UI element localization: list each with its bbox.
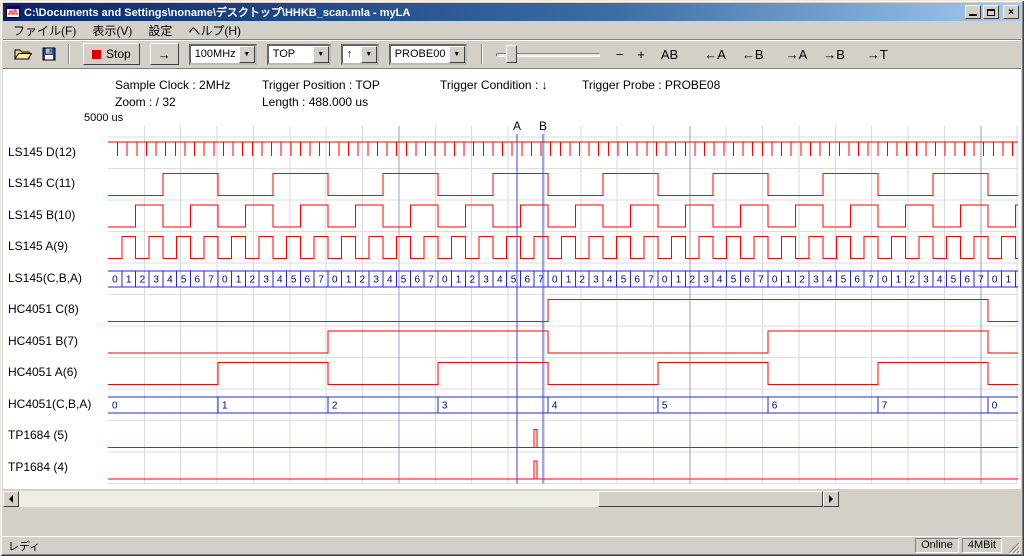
menu-item-file[interactable]: ファイル(F) (5, 20, 84, 41)
horizontal-scrollbar[interactable] (3, 491, 839, 507)
goto-b-right-button[interactable]: →B (819, 45, 849, 64)
zoom-info: Zoom : / 32 (115, 95, 176, 109)
status-memory: 4MBit (962, 538, 1002, 553)
open-button[interactable] (11, 43, 35, 65)
minimize-button[interactable] (965, 5, 981, 19)
chevron-down-icon[interactable]: ▼ (449, 46, 465, 63)
app-window: C:\Documents and Settings\noname\デスクトップ\… (0, 0, 1024, 556)
triangle-left-icon (9, 495, 13, 503)
length-info: Length : 488.000 us (262, 95, 368, 109)
stop-button[interactable]: Stop (83, 43, 140, 65)
channel-label: LS145 C(11) (8, 176, 75, 190)
save-button[interactable] (37, 43, 61, 65)
channel-label: LS145 B(10) (8, 208, 75, 222)
zoom-in-button[interactable]: + (633, 45, 649, 64)
close-button[interactable]: × (1003, 5, 1019, 19)
toolbar-separator (481, 44, 483, 64)
sample-clock-info: Sample Clock : 2MHz (115, 78, 230, 92)
probe-select[interactable]: PROBE00 ▼ (389, 44, 467, 65)
scroll-left-button[interactable] (3, 491, 19, 507)
trigger-condition-info: Trigger Condition : ↓ (440, 78, 548, 92)
channel-label: LS145(C,B,A) (8, 271, 82, 285)
menu-bar: ファイル(F) 表示(V) 設定 ヘルプ(H) (3, 21, 1021, 39)
resize-grip[interactable] (1007, 541, 1020, 554)
title-bar[interactable]: C:\Documents and Settings\noname\デスクトップ\… (3, 3, 1021, 21)
chevron-down-icon[interactable]: ▼ (313, 46, 329, 63)
sample-clock-select[interactable]: 100MHz ▼ (189, 44, 257, 65)
channel-label: HC4051 C(8) (8, 302, 79, 316)
trigger-position-value: TOP (269, 46, 313, 63)
stop-button-label: Stop (106, 47, 131, 61)
open-folder-icon (14, 47, 32, 61)
toolbar-separator (68, 44, 70, 64)
window-title: C:\Documents and Settings\noname\デスクトップ\… (24, 4, 963, 20)
channel-label: TP1684 (5) (8, 428, 68, 442)
scroll-right-button[interactable] (823, 491, 839, 507)
probe-value: PROBE00 (391, 46, 449, 63)
ab-cursors-button[interactable]: AB (657, 45, 682, 64)
trigger-position-info: Trigger Position : TOP (262, 78, 380, 92)
chevron-down-icon[interactable]: ▼ (239, 46, 255, 63)
channel-label: HC4051(C,B,A) (8, 397, 91, 411)
trigger-edge-value: ↑ (343, 46, 361, 63)
goto-a-right-button[interactable]: →A (782, 45, 812, 64)
channel-label: TP1684 (4) (8, 460, 68, 474)
stop-square-icon (92, 50, 101, 59)
channel-label: LS145 D(12) (8, 145, 76, 159)
goto-a-left-button[interactable]: ←A (700, 45, 730, 64)
menu-item-settings[interactable]: 設定 (140, 20, 180, 41)
trigger-edge-select[interactable]: ↑ ▼ (341, 44, 379, 65)
goto-b-left-button[interactable]: ←B (738, 45, 768, 64)
zoom-slider[interactable] (496, 43, 600, 65)
triangle-right-icon (829, 495, 833, 503)
menu-item-help[interactable]: ヘルプ(H) (180, 20, 249, 41)
chevron-down-icon[interactable]: ▼ (361, 46, 377, 63)
scrollbar-thumb[interactable] (598, 491, 823, 507)
zoom-out-button[interactable]: − (612, 45, 628, 64)
maximize-icon (987, 9, 995, 16)
time-origin-label: 5000 us (84, 112, 123, 124)
sample-clock-value: 100MHz (191, 46, 239, 63)
waveform-panel[interactable] (3, 68, 1021, 489)
channel-label: HC4051 A(6) (8, 365, 77, 379)
run-button[interactable]: → (150, 43, 179, 65)
run-arrow-icon: → (158, 47, 171, 62)
window-controls: × (963, 5, 1019, 19)
menu-item-view[interactable]: 表示(V) (84, 20, 140, 41)
toolbar: Stop → 100MHz ▼ TOP ▼ ↑ ▼ PROBE00 ▼ − + … (3, 39, 1021, 68)
status-text: レディ (8, 538, 915, 554)
channel-label: HC4051 B(7) (8, 334, 78, 348)
trigger-probe-info: Trigger Probe : PROBE08 (582, 78, 720, 92)
status-online: Online (915, 538, 959, 553)
minimize-icon (969, 14, 977, 16)
goto-trigger-button[interactable]: →T (863, 45, 892, 64)
zoom-slider-thumb[interactable] (506, 45, 517, 63)
trigger-position-select[interactable]: TOP ▼ (267, 44, 331, 65)
channel-label: LS145 A(9) (8, 239, 68, 253)
save-floppy-icon (42, 47, 56, 61)
maximize-button[interactable] (983, 5, 999, 19)
status-bar: レディ Online 4MBit (2, 536, 1022, 554)
app-icon (6, 5, 20, 19)
